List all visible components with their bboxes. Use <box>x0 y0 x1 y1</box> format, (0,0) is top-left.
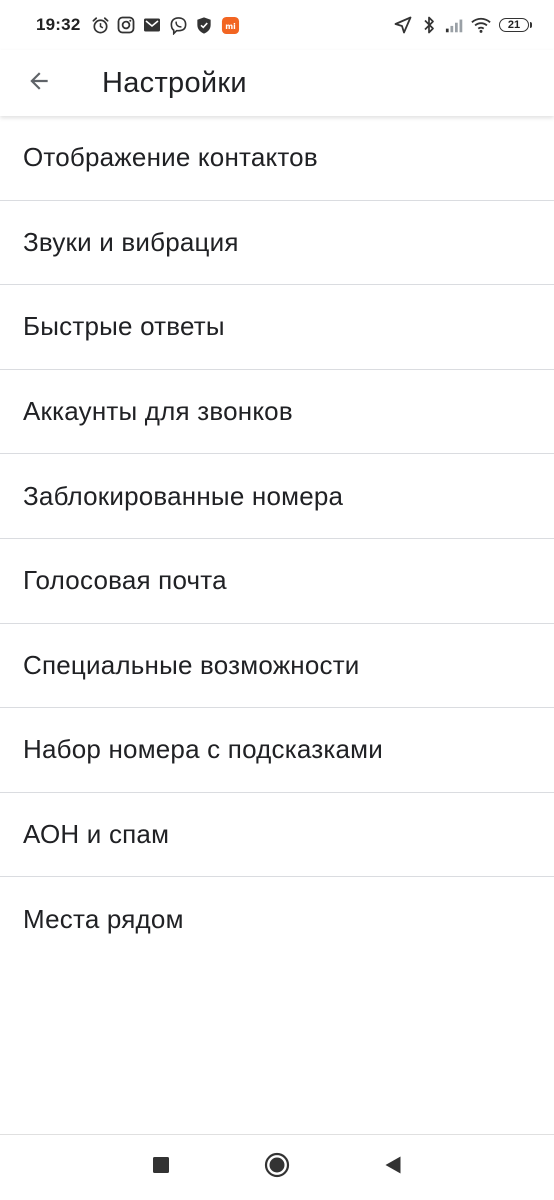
bluetooth-icon <box>419 15 439 35</box>
instagram-icon <box>116 15 136 35</box>
viber-icon <box>168 15 188 35</box>
settings-item-label: Аккаунты для звонков <box>23 396 293 427</box>
status-time: 19:32 <box>36 15 81 34</box>
svg-text:mi: mi <box>225 21 236 30</box>
shield-icon <box>194 15 214 35</box>
status-left: 19:32 mi <box>36 15 246 35</box>
location-icon <box>393 15 413 35</box>
settings-item-label: Места рядом <box>23 904 184 935</box>
settings-item-quick-responses[interactable]: Быстрые ответы <box>0 285 554 370</box>
settings-item-label: Специальные возможности <box>23 649 360 680</box>
mi-app-icon: mi <box>220 15 240 35</box>
wifi-icon <box>471 15 491 35</box>
battery-level: 21 <box>499 18 529 32</box>
settings-item-contact-display[interactable]: Отображение контактов <box>0 116 554 201</box>
battery-icon: 21 <box>499 18 532 32</box>
page-title: Настройки <box>102 66 247 99</box>
status-bar: 19:32 mi 21 <box>0 0 554 50</box>
settings-item-label: Быстрые ответы <box>23 311 225 342</box>
battery-tip <box>530 22 532 28</box>
settings-item-label: АОН и спам <box>23 819 170 850</box>
back-button[interactable] <box>11 55 67 111</box>
status-right: 21 <box>387 15 532 35</box>
arrow-back-icon <box>26 68 52 99</box>
settings-item-nearby-places[interactable]: Места рядом <box>0 877 554 962</box>
settings-item-sounds-vibration[interactable]: Звуки и вибрация <box>0 201 554 286</box>
recents-square-icon <box>152 1156 170 1179</box>
settings-item-calling-accounts[interactable]: Аккаунты для звонков <box>0 370 554 455</box>
settings-item-label: Отображение контактов <box>23 142 318 173</box>
navigation-bar <box>0 1134 554 1200</box>
home-button[interactable] <box>249 1140 305 1196</box>
signal-icon <box>445 15 465 35</box>
recents-button[interactable] <box>133 1140 189 1196</box>
mail-icon <box>142 15 162 35</box>
settings-item-label: Набор номера с подсказками <box>23 734 383 765</box>
nav-back-button[interactable] <box>365 1140 421 1196</box>
settings-item-assisted-dialing[interactable]: Набор номера с подсказками <box>0 708 554 793</box>
settings-item-blocked-numbers[interactable]: Заблокированные номера <box>0 454 554 539</box>
app-bar: Настройки <box>0 50 554 116</box>
settings-item-caller-id-spam[interactable]: АОН и спам <box>0 793 554 878</box>
back-triangle-icon <box>384 1155 402 1180</box>
settings-item-accessibility[interactable]: Специальные возможности <box>0 624 554 709</box>
home-circle-icon <box>264 1152 290 1183</box>
settings-item-label: Звуки и вибрация <box>23 226 239 257</box>
settings-list: Отображение контактов Звуки и вибрация Б… <box>0 116 554 962</box>
settings-item-voicemail[interactable]: Голосовая почта <box>0 539 554 624</box>
settings-item-label: Голосовая почта <box>23 565 227 596</box>
settings-item-label: Заблокированные номера <box>23 480 344 511</box>
alarm-icon <box>90 15 110 35</box>
